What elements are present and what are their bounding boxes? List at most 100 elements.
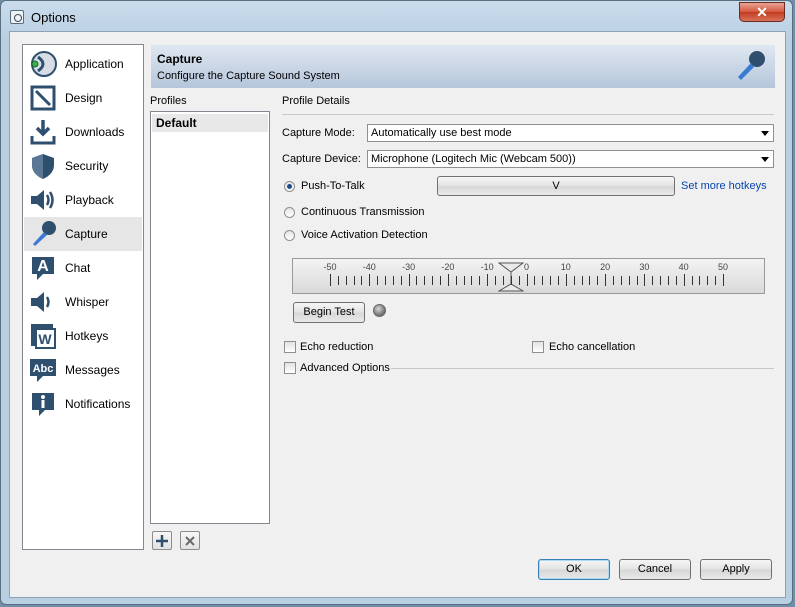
voice-activation-radio[interactable] xyxy=(284,230,295,241)
meter-tick xyxy=(715,276,717,285)
echo-reduction-checkbox[interactable] xyxy=(284,341,296,353)
meter-tick xyxy=(589,276,591,285)
set-more-hotkeys-link[interactable]: Set more hotkeys xyxy=(681,180,767,192)
capture-device-label: Capture Device: xyxy=(282,153,361,165)
sidebar-item-application[interactable]: Application xyxy=(24,47,142,81)
push-to-talk-label: Push-To-Talk xyxy=(301,180,365,192)
sidebar-item-label: Design xyxy=(65,91,103,105)
meter-tick xyxy=(510,276,512,285)
meter-tick xyxy=(644,274,646,286)
meter-tick xyxy=(660,276,662,285)
meter-tick xyxy=(400,276,402,285)
add-profile-button[interactable] xyxy=(152,531,172,550)
sidebar-item-label: Playback xyxy=(65,193,114,207)
window-title: Options xyxy=(31,10,76,25)
microphone-icon xyxy=(28,219,58,249)
meter-tick xyxy=(377,276,379,285)
page-title: Capture xyxy=(157,52,203,66)
svg-text:Abc: Abc xyxy=(33,363,54,375)
ok-button[interactable]: OK xyxy=(538,559,610,580)
meter-tick xyxy=(652,276,654,285)
meter-tick xyxy=(699,276,701,285)
meter-tick xyxy=(565,274,567,286)
sidebar-item-label: Application xyxy=(65,57,124,71)
meter-tick xyxy=(361,276,363,285)
chat-icon: A xyxy=(28,253,58,283)
svg-text:W: W xyxy=(38,331,52,347)
security-icon xyxy=(28,151,58,181)
meter-tick xyxy=(455,276,457,285)
meter-tick xyxy=(392,276,394,285)
capture-mode-select[interactable]: Automatically use best mode xyxy=(367,124,774,142)
meter-tick xyxy=(605,274,607,286)
options-window: Options ✕ Application Design Downloads S… xyxy=(0,0,793,605)
remove-profile-button[interactable] xyxy=(180,531,200,550)
sidebar-item-security[interactable]: Security xyxy=(24,149,142,183)
meter-tick xyxy=(337,276,339,285)
close-button[interactable]: ✕ xyxy=(739,2,785,22)
category-sidebar: Application Design Downloads Security Pl… xyxy=(22,44,144,550)
meter-tick-label: 40 xyxy=(678,262,689,272)
echo-cancellation-checkbox[interactable] xyxy=(532,341,544,353)
meter-tick xyxy=(667,276,669,285)
notifications-icon xyxy=(28,389,58,419)
page-header: Capture Configure the Capture Sound Syst… xyxy=(151,45,775,88)
sidebar-item-downloads[interactable]: Downloads xyxy=(24,115,142,149)
begin-test-button[interactable]: Begin Test xyxy=(293,302,365,323)
capture-mode-value: Automatically use best mode xyxy=(371,127,512,139)
meter-tick xyxy=(597,276,599,285)
dialog-content: Application Design Downloads Security Pl… xyxy=(9,31,786,598)
sidebar-item-notifications[interactable]: Notifications xyxy=(24,387,142,421)
meter-tick xyxy=(385,276,387,285)
list-item[interactable]: Default xyxy=(152,114,268,132)
meter-tick-label: 30 xyxy=(639,262,650,272)
hotkey-button[interactable]: V xyxy=(437,176,675,196)
push-to-talk-radio[interactable] xyxy=(284,181,295,192)
echo-reduction-label: Echo reduction xyxy=(300,341,374,353)
apply-button[interactable]: Apply xyxy=(700,559,772,580)
advanced-options-checkbox[interactable] xyxy=(284,362,296,374)
meter-tick xyxy=(447,274,449,286)
voice-activation-level-slider[interactable]: -50 -40 -30 -20 -10 0 10 20 30 40 50 xyxy=(292,258,765,294)
sidebar-item-whisper[interactable]: Whisper xyxy=(24,285,142,319)
meter-tick-label: 0 xyxy=(523,262,530,272)
sidebar-item-design[interactable]: Design xyxy=(24,81,142,115)
profiles-list[interactable]: Default xyxy=(150,111,270,524)
meter-tick xyxy=(502,276,504,285)
sidebar-item-chat[interactable]: A Chat xyxy=(24,251,142,285)
sidebar-item-label: Capture xyxy=(65,227,108,241)
meter-tick xyxy=(691,276,693,285)
sidebar-item-label: Hotkeys xyxy=(65,329,109,343)
voice-activation-label: Voice Activation Detection xyxy=(301,229,428,241)
sidebar-item-hotkeys[interactable]: W Hotkeys xyxy=(24,319,142,353)
sidebar-item-messages[interactable]: Abc Messages xyxy=(24,353,142,387)
meter-tick xyxy=(330,274,331,286)
app-icon xyxy=(10,10,24,24)
sidebar-item-label: Messages xyxy=(65,363,120,377)
meter-tick xyxy=(424,276,426,285)
meter-tick xyxy=(440,276,442,285)
meter-tick xyxy=(707,276,709,285)
continuous-transmission-radio[interactable] xyxy=(284,207,295,218)
microphone-icon xyxy=(733,49,767,83)
title-bar[interactable]: Options ✕ xyxy=(1,1,792,33)
close-icon xyxy=(185,535,195,546)
profile-details-label: Profile Details xyxy=(282,95,350,107)
meter-tick xyxy=(463,276,465,285)
meter-tick-label: -50 xyxy=(323,262,337,272)
plus-icon xyxy=(156,534,168,547)
meter-tick xyxy=(675,276,677,285)
meter-tick xyxy=(487,274,489,286)
meter-tick-label: 50 xyxy=(717,262,729,272)
meter-tick xyxy=(550,276,552,285)
sidebar-item-capture[interactable]: Capture xyxy=(24,217,142,251)
chevron-down-icon xyxy=(761,131,769,136)
echo-cancellation-label: Echo cancellation xyxy=(549,341,636,353)
capture-device-select[interactable]: Microphone (Logitech Mic (Webcam 500)) xyxy=(367,150,774,168)
meter-tick xyxy=(495,276,497,285)
cancel-button[interactable]: Cancel xyxy=(619,559,691,580)
svg-text:A: A xyxy=(37,258,49,275)
section-divider xyxy=(391,368,774,369)
meter-tick-label: -30 xyxy=(402,262,416,272)
sidebar-item-playback[interactable]: Playback xyxy=(24,183,142,217)
